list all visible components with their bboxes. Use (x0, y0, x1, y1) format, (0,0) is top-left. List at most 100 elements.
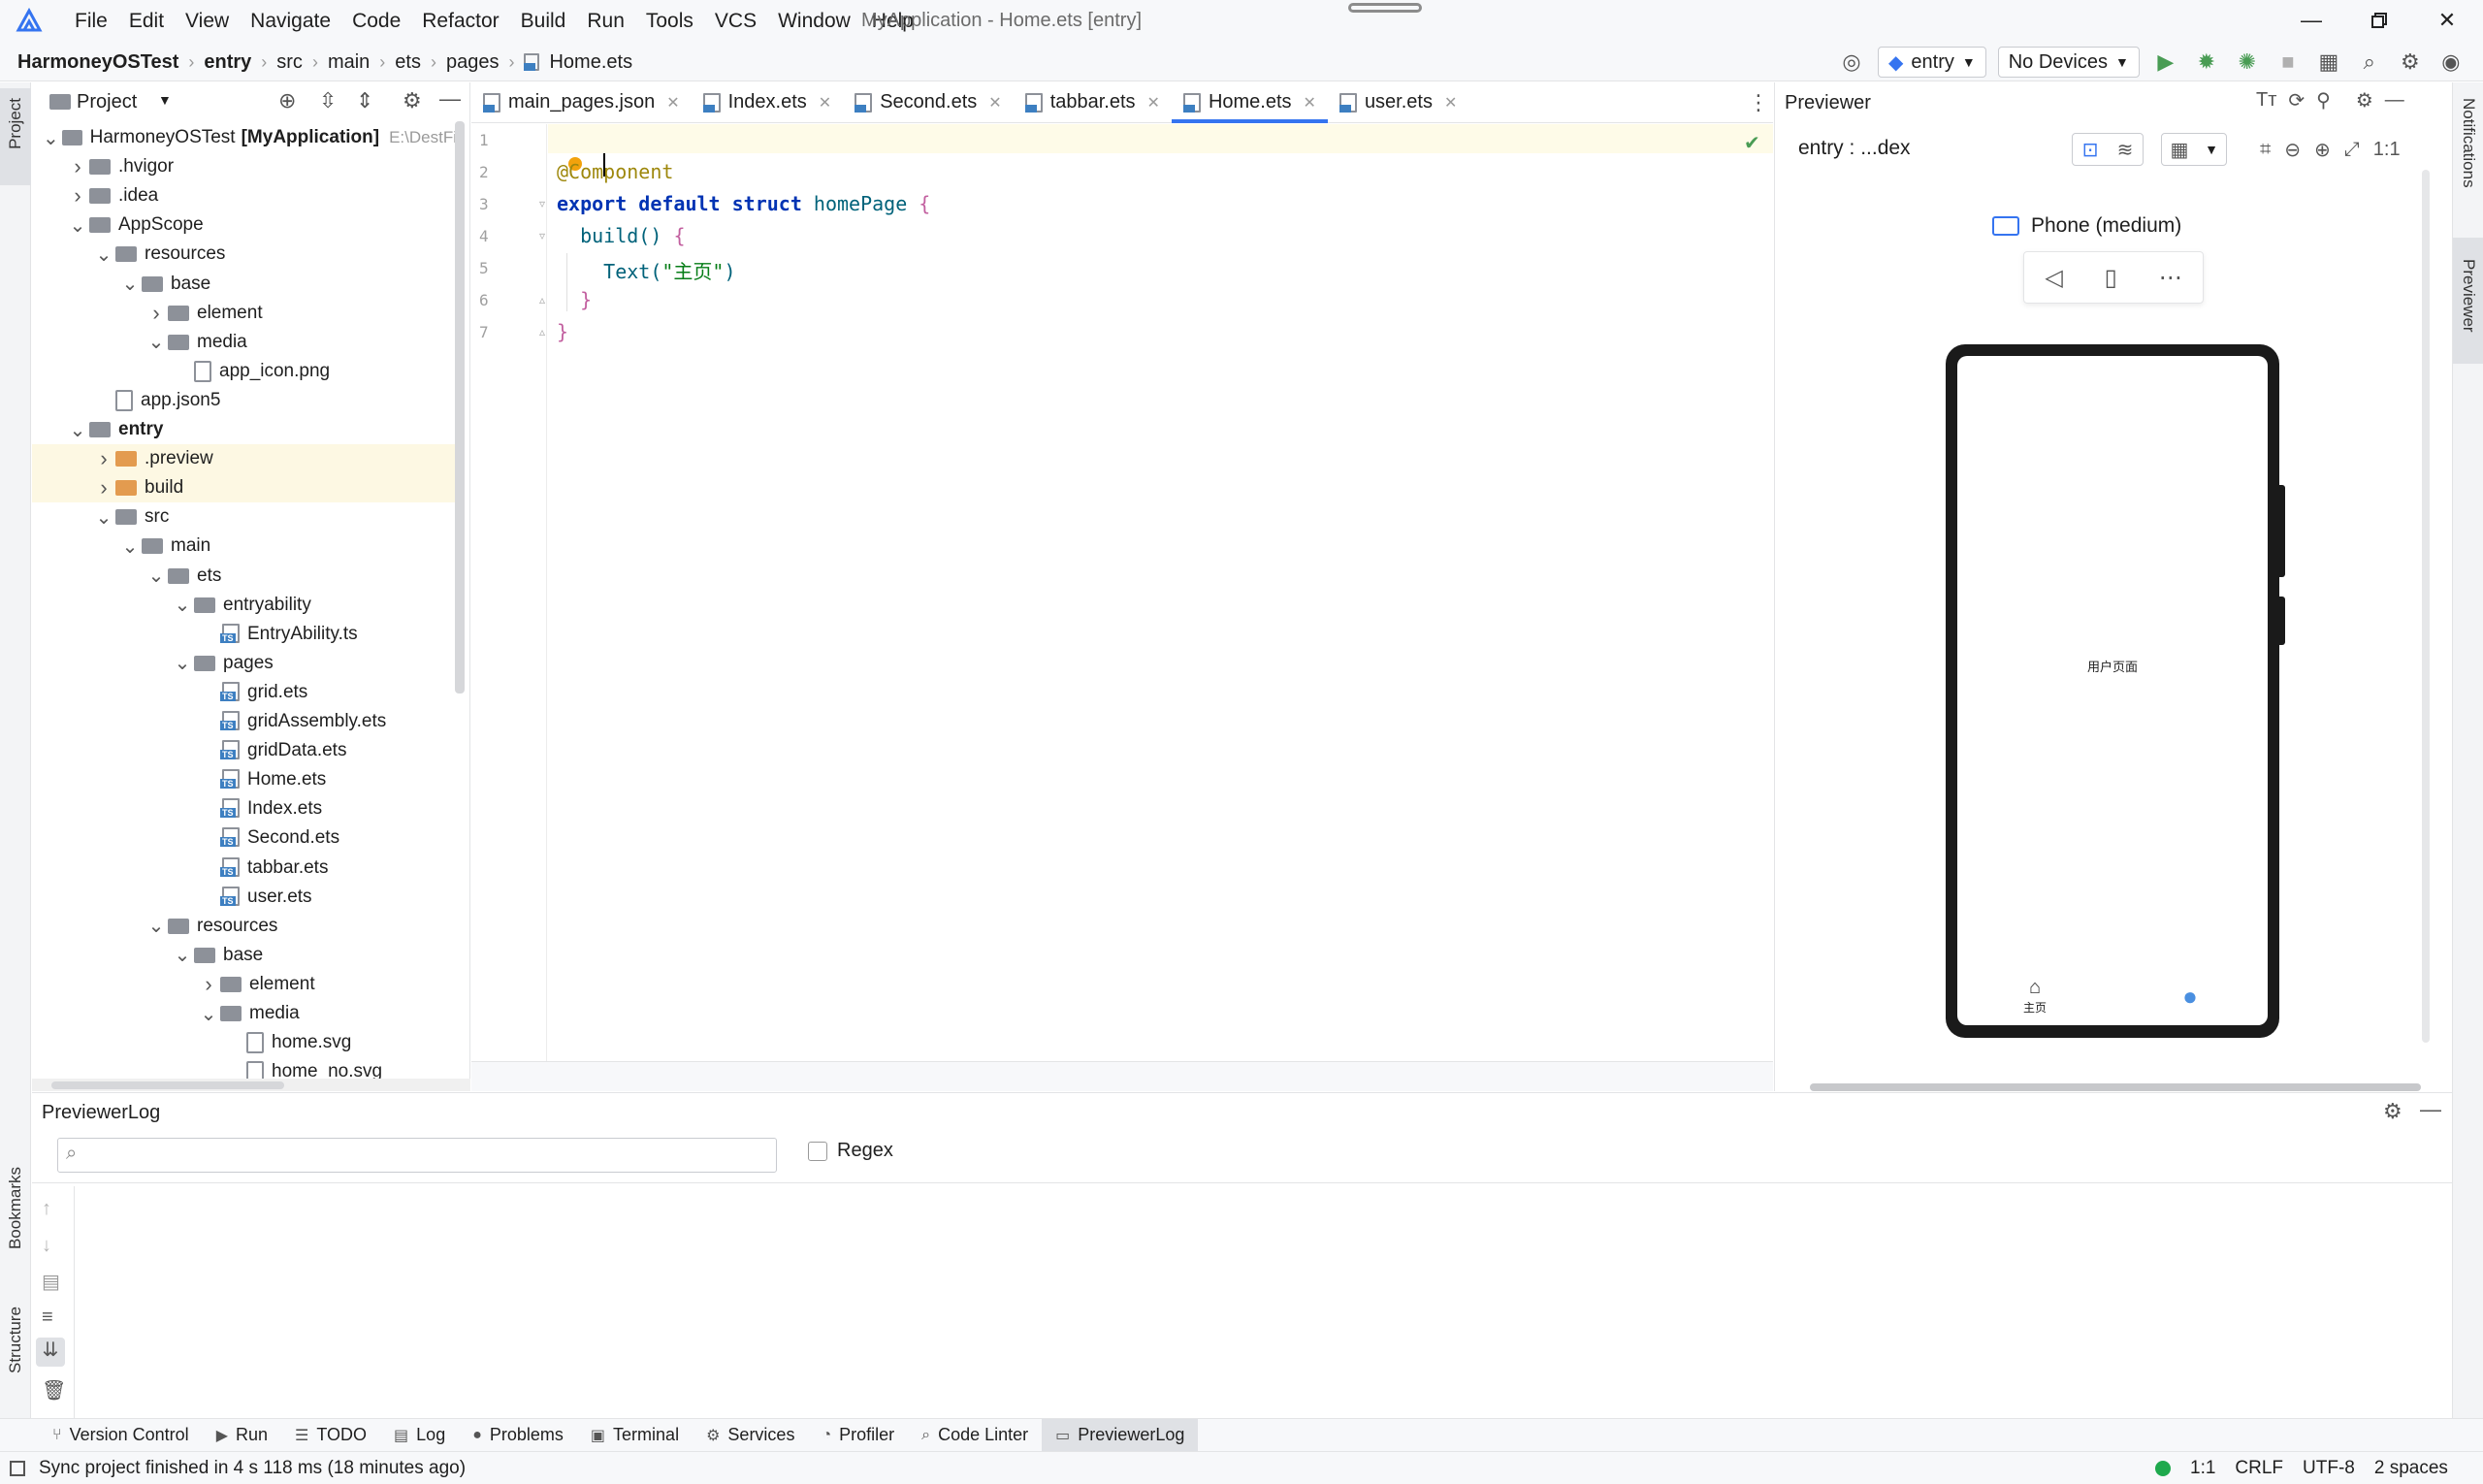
tool-window-button[interactable]: ▭ PreviewerLog (1042, 1418, 1199, 1452)
previewer-target[interactable]: entry : ...dex (1798, 131, 1911, 166)
tree-item[interactable]: ⌄ resources (92, 240, 226, 269)
breadcrumb-main[interactable]: main (328, 51, 370, 74)
gear-icon[interactable]: ⚙ (403, 88, 422, 113)
ratio-label[interactable]: 1:1 (2373, 139, 2401, 161)
chevron-down-icon[interactable]: ⌄ (171, 651, 194, 675)
close-tab-icon[interactable]: ✕ (988, 93, 1001, 113)
tree-item[interactable]: app_icon.png (171, 357, 330, 386)
editor-tab[interactable]: Second.ets ✕ (843, 82, 1013, 122)
tree-item[interactable]: ⌄ resources (145, 912, 278, 941)
debug-icon[interactable]: ✹ (2192, 48, 2221, 77)
tool-window-button[interactable]: ⌕ Code Linter (908, 1419, 1042, 1452)
status-toggle-icon[interactable] (10, 1461, 25, 1476)
tree-item[interactable]: ⌄ media (145, 328, 247, 357)
editor-tab[interactable]: Home.ets ✕ (1171, 82, 1328, 123)
project-tool-button[interactable]: Project (0, 88, 31, 185)
minimize-button[interactable]: — (2279, 0, 2343, 41)
code-line-7[interactable]: } (557, 320, 568, 343)
tab-home[interactable]: ⌂ 主页 (2006, 977, 2064, 1016)
chevron-down-icon[interactable]: ▼ (158, 92, 172, 108)
code-line-6[interactable]: } (557, 288, 592, 311)
tree-item[interactable]: Home.ets (197, 765, 326, 794)
tree-item[interactable]: gridAssembly.ets (197, 707, 386, 736)
tool-window-button[interactable]: ▤ Log (380, 1419, 459, 1452)
tree-item[interactable]: › .preview (92, 444, 212, 473)
chevron-down-icon[interactable]: ⌄ (118, 272, 142, 296)
previewer-vscroll[interactable] (2422, 170, 2430, 1043)
tree-item[interactable]: › .idea (66, 181, 158, 210)
fold-marker-icon[interactable]: ▿ (539, 229, 545, 242)
expand-all-icon[interactable]: ⇳ (319, 88, 337, 113)
back-icon[interactable]: ◁ (2045, 264, 2062, 292)
log-search-field[interactable] (91, 1143, 760, 1168)
chevron-down-icon[interactable]: ⌄ (197, 1002, 220, 1026)
chevron-right-icon[interactable]: › (66, 183, 89, 209)
account-icon[interactable]: ◉ (2436, 48, 2466, 77)
project-hscroll[interactable] (32, 1079, 470, 1091)
close-window-button[interactable]: ✕ (2415, 0, 2479, 41)
tool-window-button[interactable]: ⚙ Services (693, 1419, 808, 1452)
chevron-right-icon[interactable]: › (145, 301, 168, 326)
hide-panel-icon[interactable]: — (2420, 1097, 2441, 1122)
tree-item[interactable]: › element (145, 299, 262, 328)
fold-marker-icon[interactable]: ▿ (539, 197, 545, 210)
breadcrumb-src[interactable]: src (276, 51, 303, 74)
tree-item[interactable]: home.svg (223, 1028, 351, 1057)
chevron-down-icon[interactable]: ⌄ (145, 564, 168, 588)
drag-handle-icon[interactable] (1348, 3, 1422, 13)
previewer-tool-button[interactable]: Previewer (2453, 238, 2483, 364)
tool-window-button[interactable]: ▣ Terminal (577, 1419, 693, 1452)
line-separator[interactable]: CRLF (2235, 1458, 2283, 1479)
caret-position[interactable]: 1:1 (2190, 1458, 2215, 1479)
more-options-icon[interactable]: ⋮ (1748, 90, 1769, 115)
menu-refactor[interactable]: Refactor (411, 0, 509, 43)
chevron-down-icon[interactable]: ⌄ (118, 534, 142, 559)
bookmarks-tool-button[interactable]: Bookmarks (6, 1167, 25, 1249)
menu-view[interactable]: View (175, 0, 240, 43)
restore-button[interactable] (2347, 0, 2411, 41)
notifications-tool-button[interactable]: Notifications (2459, 98, 2478, 188)
device-manager-icon[interactable]: ▦ (2314, 48, 2343, 77)
hide-panel-icon[interactable]: — (2385, 89, 2404, 112)
tree-item[interactable]: ⌄ base (118, 270, 211, 299)
tree-item[interactable]: ⌄ base (171, 941, 264, 970)
multi-device-toggle[interactable]: ▦ ▼ (2161, 133, 2227, 166)
tree-item[interactable]: › element (197, 970, 314, 999)
breadcrumb-file[interactable]: Home.ets (549, 51, 632, 74)
locate-icon[interactable]: ⊕ (278, 88, 296, 113)
chevron-down-icon[interactable]: ⌄ (66, 213, 89, 238)
chevron-right-icon[interactable]: › (66, 154, 89, 179)
tree-item[interactable]: gridData.ets (197, 736, 346, 765)
project-hscroll-thumb[interactable] (51, 1081, 284, 1089)
project-scrollbar[interactable] (455, 121, 465, 694)
close-tab-icon[interactable]: ✕ (1304, 93, 1316, 113)
collapse-all-icon[interactable]: ⇕ (356, 88, 373, 113)
chevron-down-icon[interactable]: ⌄ (92, 505, 115, 530)
tool-window-button[interactable]: ● Problems (459, 1419, 577, 1452)
status-indicator-icon[interactable] (2155, 1461, 2171, 1476)
tree-item[interactable]: › build (92, 473, 183, 502)
tree-item[interactable]: tabbar.ets (197, 854, 328, 883)
phone-screen[interactable]: 用户页面 ⌂ 主页 ● (1957, 356, 2268, 1025)
tree-item[interactable]: Index.ets (197, 794, 322, 823)
gear-icon[interactable]: ⚙ (2383, 1099, 2402, 1124)
breadcrumb-project[interactable]: HarmoneyOSTest (17, 51, 178, 74)
tool-window-button[interactable]: ☰ TODO (281, 1419, 380, 1452)
tree-item[interactable]: user.ets (197, 883, 312, 912)
file-encoding[interactable]: UTF-8 (2303, 1458, 2355, 1479)
code-line-3[interactable]: export default struct homePage { (557, 192, 930, 215)
project-panel-title[interactable]: Project (77, 82, 137, 121)
chevron-right-icon[interactable]: › (92, 475, 115, 500)
close-tab-icon[interactable]: ✕ (1147, 93, 1160, 113)
fit-icon[interactable]: ⌗ (2260, 139, 2271, 161)
inspector-icon[interactable]: ⊡ (2073, 138, 2108, 162)
indent-setting[interactable]: 2 spaces (2374, 1458, 2448, 1479)
regex-option[interactable]: Regex (808, 1140, 893, 1162)
filter-icon[interactable]: ▤ (42, 1270, 60, 1294)
chevron-down-icon[interactable]: ⌄ (145, 914, 168, 938)
menu-run[interactable]: Run (576, 0, 635, 43)
menu-window[interactable]: Window (767, 0, 861, 43)
chevron-down-icon[interactable]: ⌄ (145, 330, 168, 354)
structure-tool-button[interactable]: Structure (6, 1307, 25, 1373)
log-search-input[interactable]: ⌕ (57, 1138, 777, 1173)
